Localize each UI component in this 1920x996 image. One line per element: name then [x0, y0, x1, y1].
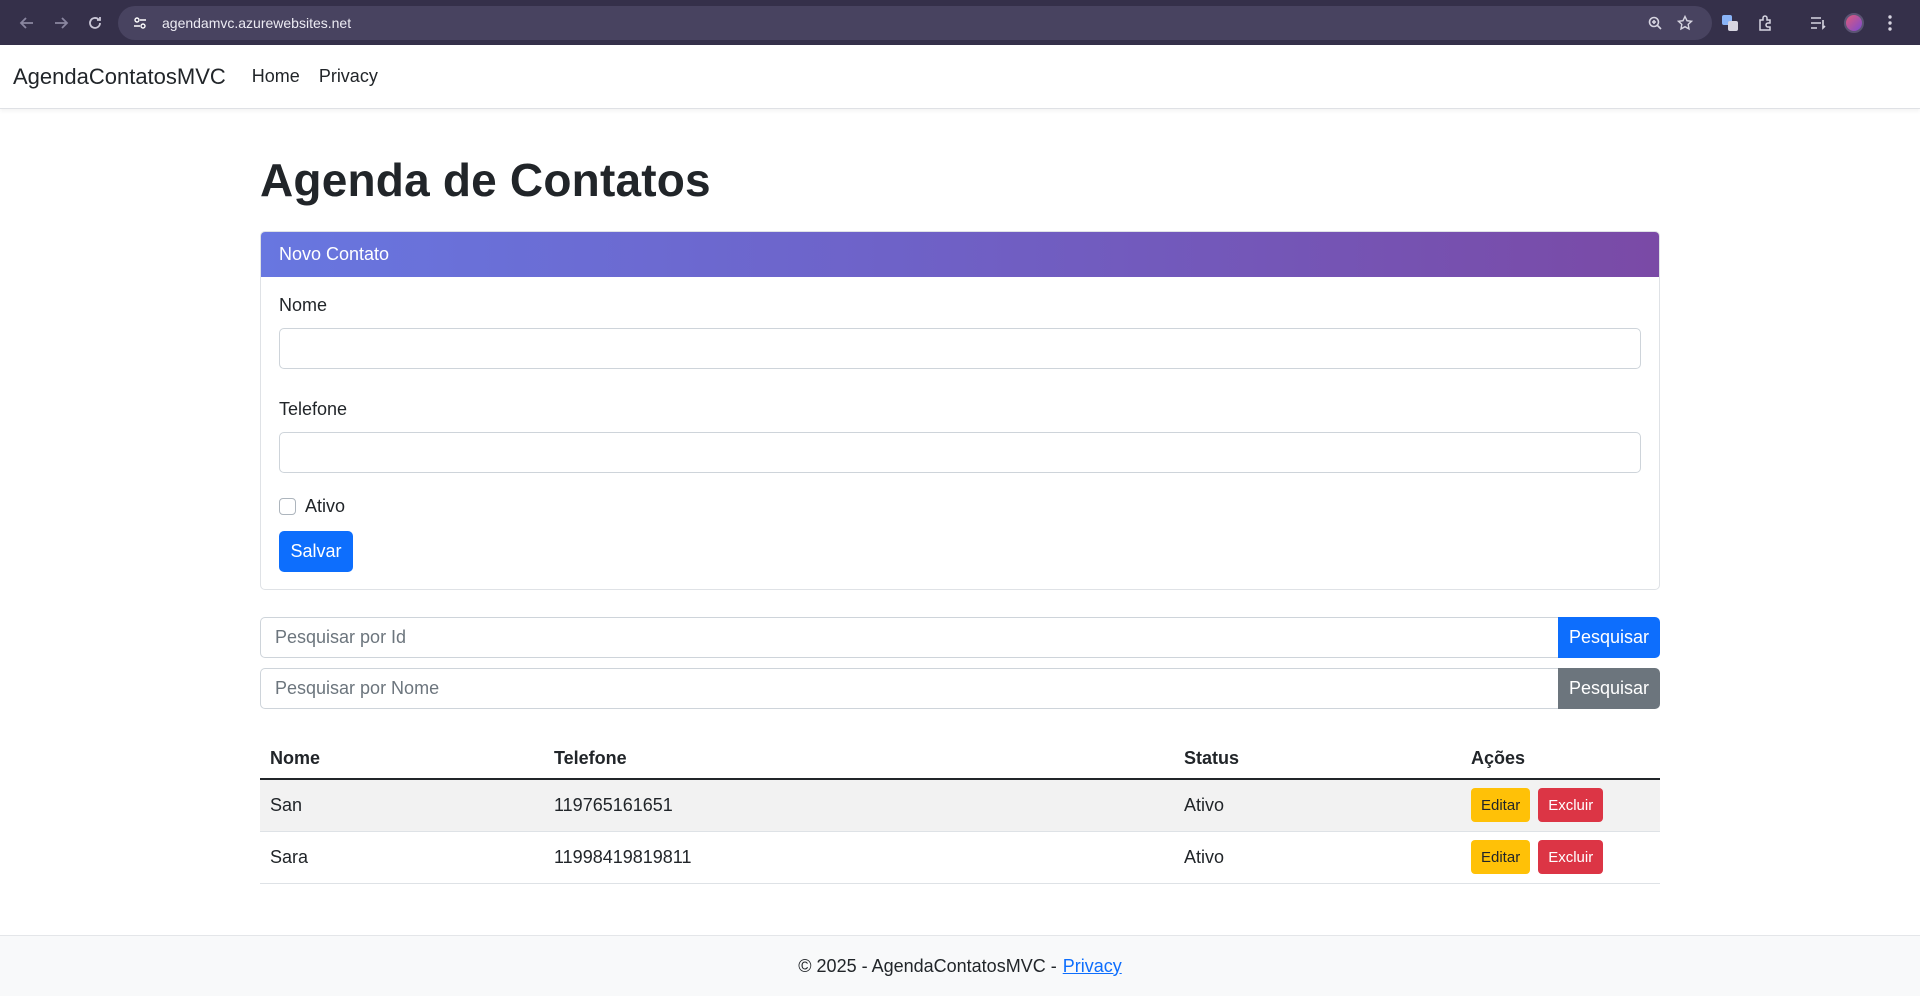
- phone-field[interactable]: [279, 432, 1641, 473]
- active-checkbox-row: Ativo: [279, 496, 1641, 517]
- active-checkbox[interactable]: [279, 498, 296, 515]
- cell-actions: Editar Excluir: [1461, 779, 1660, 832]
- search-by-name-input[interactable]: Pesquisar por Nome: [260, 668, 1558, 709]
- active-label: Ativo: [305, 496, 346, 516]
- cell-nome: San: [260, 779, 544, 832]
- reload-icon[interactable]: [78, 6, 112, 40]
- browser-toolbar: agendamvc.azurewebsites.net: [0, 0, 1920, 45]
- column-header-nome: Nome: [260, 739, 544, 780]
- column-header-telefone: Telefone: [544, 739, 1174, 780]
- footer-text: © 2025 - AgendaContatosMVC -: [798, 955, 1057, 976]
- contacts-table: Nome Telefone Status Ações San 119765161…: [260, 739, 1660, 884]
- main-container: Agenda de Contatos Novo Contato Nome Tel…: [260, 110, 1660, 884]
- reading-list-icon[interactable]: [1800, 6, 1836, 40]
- brand-link[interactable]: AgendaContatosMVC: [13, 64, 226, 90]
- table-header-row: Nome Telefone Status Ações: [260, 739, 1660, 780]
- delete-button[interactable]: Excluir: [1538, 788, 1604, 823]
- delete-button[interactable]: Excluir: [1538, 840, 1604, 874]
- search-by-id-input[interactable]: Pesquisar por Id: [260, 617, 1558, 658]
- app-navbar: AgendaContatosMVC Home Privacy: [0, 45, 1920, 109]
- page-title: Agenda de Contatos: [260, 154, 711, 206]
- name-field[interactable]: [279, 328, 1641, 369]
- footer-privacy-link[interactable]: Privacy: [1063, 956, 1122, 977]
- extensions-icon[interactable]: [1748, 6, 1784, 40]
- save-button[interactable]: Salvar: [279, 531, 353, 572]
- address-bar[interactable]: agendamvc.azurewebsites.net: [118, 5, 1712, 40]
- nav-link-privacy[interactable]: Privacy: [319, 66, 378, 87]
- card-header: Novo Contato: [261, 232, 1659, 277]
- new-contact-card: Novo Contato Nome Telefone Ativo Salvar: [260, 231, 1660, 590]
- search-by-name-button[interactable]: Pesquisar: [1558, 668, 1660, 709]
- search-by-name-group: Pesquisar por Nome Pesquisar: [260, 668, 1660, 709]
- nav-link-home[interactable]: Home: [252, 66, 300, 87]
- url-text: agendamvc.azurewebsites.net: [162, 14, 352, 31]
- cell-nome: Sara: [260, 831, 544, 884]
- column-header-acoes: Ações: [1461, 739, 1660, 780]
- zoom-icon[interactable]: [1640, 8, 1670, 38]
- site-settings-icon[interactable]: [130, 13, 150, 33]
- name-label: Nome: [279, 295, 328, 315]
- forward-icon[interactable]: [44, 6, 78, 40]
- cell-telefone: 119765161651: [544, 779, 1174, 832]
- cell-telefone: 11998419819811: [544, 831, 1174, 884]
- edit-button[interactable]: Editar: [1471, 788, 1531, 823]
- cell-actions: Editar Excluir: [1461, 831, 1660, 884]
- cell-status: Ativo: [1174, 831, 1461, 884]
- column-header-status: Status: [1174, 739, 1461, 780]
- translate-icon[interactable]: [1712, 6, 1748, 40]
- back-icon[interactable]: [10, 6, 44, 40]
- table-row: San 119765161651 Ativo Editar Excluir: [260, 779, 1660, 832]
- profile-icon[interactable]: [1836, 6, 1872, 40]
- phone-label: Telefone: [279, 399, 348, 419]
- bookmark-star-icon[interactable]: [1670, 8, 1700, 38]
- cell-status: Ativo: [1174, 779, 1461, 832]
- edit-button[interactable]: Editar: [1471, 840, 1531, 874]
- page-footer: © 2025 - AgendaContatosMVC - Privacy: [0, 935, 1920, 996]
- card-body: Nome Telefone Ativo Salvar: [261, 277, 1659, 589]
- menu-icon[interactable]: [1872, 6, 1908, 40]
- search-by-id-group: Pesquisar por Id Pesquisar: [260, 617, 1660, 658]
- search-by-id-button[interactable]: Pesquisar: [1558, 617, 1660, 658]
- table-row: Sara 11998419819811 Ativo Editar Excluir: [260, 831, 1660, 884]
